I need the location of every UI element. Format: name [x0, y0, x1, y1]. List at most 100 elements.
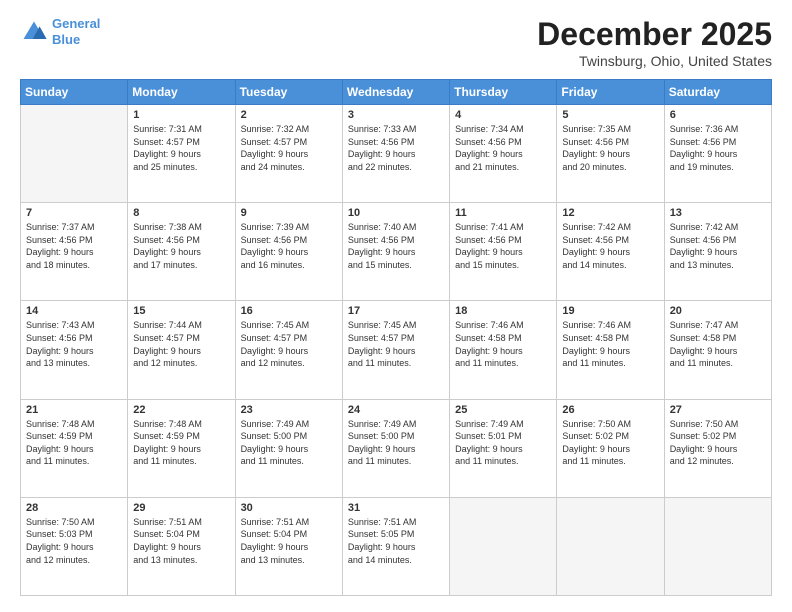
day-number: 19 — [562, 305, 658, 317]
day-info: Sunrise: 7:38 AM Sunset: 4:56 PM Dayligh… — [133, 221, 229, 271]
day-number: 14 — [26, 305, 122, 317]
col-header-wednesday: Wednesday — [342, 80, 449, 105]
day-info: Sunrise: 7:48 AM Sunset: 4:59 PM Dayligh… — [133, 418, 229, 468]
logo: General Blue — [20, 16, 100, 47]
day-number: 17 — [348, 305, 444, 317]
calendar-cell: 17 Sunrise: 7:45 AM Sunset: 4:57 PM Dayli… — [342, 301, 449, 399]
day-number: 23 — [241, 404, 337, 416]
day-info: Sunrise: 7:45 AM Sunset: 4:57 PM Dayligh… — [348, 319, 444, 369]
day-number: 7 — [26, 207, 122, 219]
day-info: Sunrise: 7:50 AM Sunset: 5:03 PM Dayligh… — [26, 516, 122, 566]
calendar-table: SundayMondayTuesdayWednesdayThursdayFrid… — [20, 79, 772, 596]
col-header-saturday: Saturday — [664, 80, 771, 105]
calendar-cell: 6 Sunrise: 7:36 AM Sunset: 4:56 PM Daylig… — [664, 105, 771, 203]
col-header-sunday: Sunday — [21, 80, 128, 105]
title-block: December 2025 Twinsburg, Ohio, United St… — [537, 16, 772, 69]
calendar-cell: 7 Sunrise: 7:37 AM Sunset: 4:56 PM Daylig… — [21, 203, 128, 301]
location-title: Twinsburg, Ohio, United States — [537, 53, 772, 69]
day-info: Sunrise: 7:35 AM Sunset: 4:56 PM Dayligh… — [562, 123, 658, 173]
calendar-cell: 28 Sunrise: 7:50 AM Sunset: 5:03 PM Dayli… — [21, 497, 128, 595]
day-info: Sunrise: 7:51 AM Sunset: 5:04 PM Dayligh… — [241, 516, 337, 566]
day-number: 4 — [455, 109, 551, 121]
day-info: Sunrise: 7:49 AM Sunset: 5:00 PM Dayligh… — [348, 418, 444, 468]
day-number: 10 — [348, 207, 444, 219]
calendar-cell: 14 Sunrise: 7:43 AM Sunset: 4:56 PM Dayli… — [21, 301, 128, 399]
day-info: Sunrise: 7:39 AM Sunset: 4:56 PM Dayligh… — [241, 221, 337, 271]
calendar-cell: 12Sunrise: 7:42 AM Sunset: 4:56 PM Dayli… — [557, 203, 664, 301]
day-info: Sunrise: 7:33 AM Sunset: 4:56 PM Dayligh… — [348, 123, 444, 173]
calendar-cell: 1 Sunrise: 7:31 AM Sunset: 4:57 PM Daylig… — [128, 105, 235, 203]
calendar-cell: 24 Sunrise: 7:49 AM Sunset: 5:00 PM Dayli… — [342, 399, 449, 497]
calendar-cell: 27Sunrise: 7:50 AM Sunset: 5:02 PM Dayli… — [664, 399, 771, 497]
day-info: Sunrise: 7:36 AM Sunset: 4:56 PM Dayligh… — [670, 123, 766, 173]
calendar-cell: 8 Sunrise: 7:38 AM Sunset: 4:56 PM Daylig… — [128, 203, 235, 301]
day-number: 21 — [26, 404, 122, 416]
day-number: 8 — [133, 207, 229, 219]
page: General Blue December 2025 Twinsburg, Oh… — [0, 0, 792, 612]
calendar-header-row: SundayMondayTuesdayWednesdayThursdayFrid… — [21, 80, 772, 105]
day-info: Sunrise: 7:46 AM Sunset: 4:58 PM Dayligh… — [455, 319, 551, 369]
day-info: Sunrise: 7:43 AM Sunset: 4:56 PM Dayligh… — [26, 319, 122, 369]
calendar-cell — [664, 497, 771, 595]
calendar-week-5: 28 Sunrise: 7:50 AM Sunset: 5:03 PM Dayli… — [21, 497, 772, 595]
day-number: 18 — [455, 305, 551, 317]
day-number: 12 — [562, 207, 658, 219]
calendar-week-4: 21 Sunrise: 7:48 AM Sunset: 4:59 PM Dayli… — [21, 399, 772, 497]
calendar-week-2: 7 Sunrise: 7:37 AM Sunset: 4:56 PM Daylig… — [21, 203, 772, 301]
day-info: Sunrise: 7:49 AM Sunset: 5:01 PM Dayligh… — [455, 418, 551, 468]
calendar-week-3: 14 Sunrise: 7:43 AM Sunset: 4:56 PM Dayli… — [21, 301, 772, 399]
day-number: 6 — [670, 109, 766, 121]
day-info: Sunrise: 7:44 AM Sunset: 4:57 PM Dayligh… — [133, 319, 229, 369]
day-number: 3 — [348, 109, 444, 121]
calendar-cell: 13 Sunrise: 7:42 AM Sunset: 4:56 PM Dayli… — [664, 203, 771, 301]
calendar-cell: 22 Sunrise: 7:48 AM Sunset: 4:59 PM Dayli… — [128, 399, 235, 497]
calendar-cell: 19 Sunrise: 7:46 AM Sunset: 4:58 PM Dayli… — [557, 301, 664, 399]
logo-text: General Blue — [52, 16, 100, 47]
day-info: Sunrise: 7:37 AM Sunset: 4:56 PM Dayligh… — [26, 221, 122, 271]
calendar-cell — [557, 497, 664, 595]
day-info: Sunrise: 7:45 AM Sunset: 4:57 PM Dayligh… — [241, 319, 337, 369]
calendar-cell: 23Sunrise: 7:49 AM Sunset: 5:00 PM Dayli… — [235, 399, 342, 497]
calendar-cell: 16 Sunrise: 7:45 AM Sunset: 4:57 PM Dayli… — [235, 301, 342, 399]
day-number: 28 — [26, 502, 122, 514]
day-info: Sunrise: 7:51 AM Sunset: 5:04 PM Dayligh… — [133, 516, 229, 566]
day-number: 2 — [241, 109, 337, 121]
day-number: 26 — [562, 404, 658, 416]
day-info: Sunrise: 7:50 AM Sunset: 5:02 PM Dayligh… — [670, 418, 766, 468]
day-number: 20 — [670, 305, 766, 317]
calendar-cell: 15 Sunrise: 7:44 AM Sunset: 4:57 PM Dayli… — [128, 301, 235, 399]
day-info: Sunrise: 7:42 AM Sunset: 4:56 PM Dayligh… — [670, 221, 766, 271]
col-header-tuesday: Tuesday — [235, 80, 342, 105]
day-number: 22 — [133, 404, 229, 416]
day-number: 31 — [348, 502, 444, 514]
day-info: Sunrise: 7:51 AM Sunset: 5:05 PM Dayligh… — [348, 516, 444, 566]
day-number: 29 — [133, 502, 229, 514]
day-number: 1 — [133, 109, 229, 121]
calendar-cell: 21Sunrise: 7:48 AM Sunset: 4:59 PM Dayli… — [21, 399, 128, 497]
calendar-cell: 2Sunrise: 7:32 AM Sunset: 4:57 PM Daylig… — [235, 105, 342, 203]
day-number: 24 — [348, 404, 444, 416]
calendar-cell: 11 Sunrise: 7:41 AM Sunset: 4:56 PM Dayli… — [450, 203, 557, 301]
day-number: 9 — [241, 207, 337, 219]
logo-icon — [20, 18, 48, 46]
day-number: 15 — [133, 305, 229, 317]
day-info: Sunrise: 7:40 AM Sunset: 4:56 PM Dayligh… — [348, 221, 444, 271]
col-header-friday: Friday — [557, 80, 664, 105]
day-info: Sunrise: 7:31 AM Sunset: 4:57 PM Dayligh… — [133, 123, 229, 173]
day-info: Sunrise: 7:41 AM Sunset: 4:56 PM Dayligh… — [455, 221, 551, 271]
calendar-cell: 25 Sunrise: 7:49 AM Sunset: 5:01 PM Dayli… — [450, 399, 557, 497]
day-number: 30 — [241, 502, 337, 514]
calendar-cell: 29 Sunrise: 7:51 AM Sunset: 5:04 PM Dayli… — [128, 497, 235, 595]
day-number: 13 — [670, 207, 766, 219]
col-header-monday: Monday — [128, 80, 235, 105]
col-header-thursday: Thursday — [450, 80, 557, 105]
calendar-cell — [450, 497, 557, 595]
day-info: Sunrise: 7:34 AM Sunset: 4:56 PM Dayligh… — [455, 123, 551, 173]
calendar-week-1: 1 Sunrise: 7:31 AM Sunset: 4:57 PM Daylig… — [21, 105, 772, 203]
day-number: 5 — [562, 109, 658, 121]
day-info: Sunrise: 7:46 AM Sunset: 4:58 PM Dayligh… — [562, 319, 658, 369]
day-number: 25 — [455, 404, 551, 416]
day-number: 11 — [455, 207, 551, 219]
calendar-cell: 5 Sunrise: 7:35 AM Sunset: 4:56 PM Daylig… — [557, 105, 664, 203]
day-number: 16 — [241, 305, 337, 317]
